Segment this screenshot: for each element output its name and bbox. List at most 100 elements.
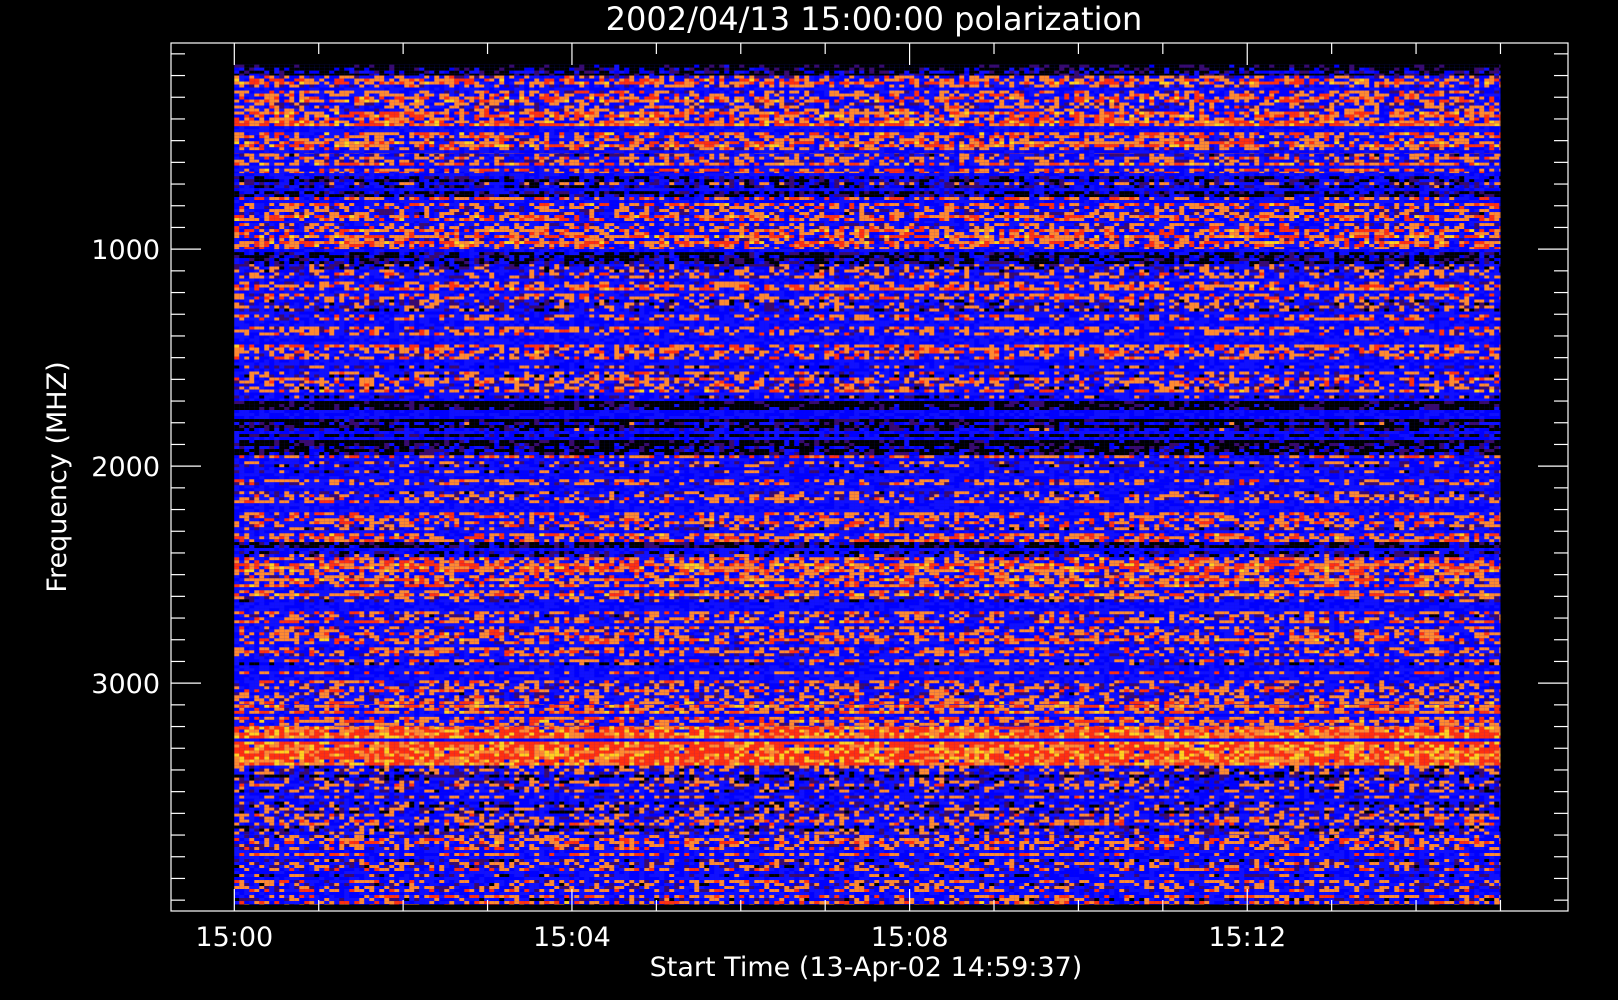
heatmap-cell — [1104, 65, 1109, 68]
heatmap-cell — [634, 65, 639, 68]
heatmap-cell — [314, 71, 319, 74]
heatmap-cell — [404, 68, 409, 71]
heatmap-cell — [929, 65, 934, 68]
heatmap-cell — [594, 65, 599, 68]
heatmap-cell — [854, 68, 859, 71]
heatmap-cell — [739, 65, 744, 68]
heatmap-cell — [1454, 65, 1459, 68]
heatmap-cell — [384, 71, 389, 74]
heatmap-cell — [1309, 71, 1314, 74]
heatmap-cell — [1499, 68, 1500, 71]
heatmap-cell — [729, 71, 734, 74]
heatmap-cell — [679, 71, 684, 74]
heatmap-cell — [449, 65, 454, 68]
heatmap-cell — [409, 71, 414, 74]
heatmap-cell — [1369, 65, 1374, 68]
heatmap-cell — [1444, 71, 1449, 74]
heatmap-cell — [894, 65, 899, 68]
heatmap-cell — [324, 65, 329, 68]
heatmap-cell — [459, 68, 464, 71]
heatmap-cell — [1144, 71, 1149, 74]
heatmap-cell — [1264, 65, 1269, 68]
heatmap-cell — [1399, 71, 1404, 74]
heatmap-cell — [334, 74, 339, 76]
heatmap-cell — [1214, 68, 1219, 71]
heatmap-cell — [464, 74, 469, 76]
heatmap-cell — [1284, 71, 1289, 74]
heatmap-cell — [369, 71, 374, 74]
heatmap-cell — [1214, 65, 1219, 68]
heatmap-cell — [349, 65, 354, 68]
heatmap-cell — [824, 65, 829, 68]
heatmap-cell — [494, 65, 499, 68]
heatmap-cell — [1449, 71, 1454, 74]
heatmap-cell — [524, 71, 529, 74]
heatmap-cell — [949, 71, 954, 74]
heatmap-cell — [1194, 65, 1199, 68]
heatmap-cell — [234, 68, 239, 71]
heatmap-cell — [294, 65, 299, 68]
heatmap-cell — [1114, 68, 1119, 71]
heatmap-cell — [1224, 68, 1229, 71]
heatmap-cell — [1364, 65, 1369, 68]
heatmap-cell — [1424, 65, 1429, 68]
heatmap-cell — [1419, 65, 1424, 68]
heatmap-cell — [389, 68, 394, 71]
heatmap-cell — [1434, 71, 1439, 74]
heatmap-cell — [1269, 68, 1274, 71]
heatmap-cell — [799, 71, 804, 74]
heatmap-cell — [1409, 68, 1414, 71]
heatmap-cell — [639, 65, 644, 68]
heatmap-cell — [294, 68, 299, 71]
heatmap-cell — [534, 65, 539, 68]
heatmap-cell — [284, 68, 289, 71]
heatmap-cell — [1124, 65, 1129, 68]
heatmap-cell — [429, 74, 434, 76]
heatmap-cell — [1354, 65, 1359, 68]
heatmap-cell — [564, 65, 569, 68]
heatmap-cell — [344, 68, 349, 71]
heatmap-cell — [569, 71, 574, 74]
heatmap-cell — [904, 71, 909, 74]
heatmap-cell — [1189, 68, 1194, 71]
heatmap-cell — [369, 65, 374, 68]
heatmap-cell — [714, 68, 719, 71]
heatmap-cell — [664, 65, 669, 68]
heatmap-cell — [1484, 68, 1489, 71]
heatmap-cell — [469, 65, 474, 68]
heatmap-cell — [989, 68, 994, 71]
heatmap-cell — [1269, 71, 1274, 74]
heatmap-cell — [1179, 65, 1184, 68]
heatmap-cell — [269, 65, 274, 68]
heatmap-cell — [589, 65, 594, 68]
heatmap-cell — [1009, 65, 1014, 68]
heatmap-cell — [1009, 68, 1014, 71]
heatmap-cell — [949, 65, 954, 68]
heatmap-cell — [929, 68, 934, 71]
heatmap-cell — [1414, 68, 1419, 71]
heatmap-cell — [1334, 65, 1339, 68]
heatmap-cell — [849, 68, 854, 71]
heatmap-cell — [699, 65, 704, 68]
heatmap-cell — [1439, 68, 1444, 71]
heatmap-cell — [419, 65, 424, 68]
heatmap-cell — [1359, 68, 1364, 71]
heatmap-cell — [1034, 71, 1039, 74]
spectrogram-chart: 2002/04/13 15:00:00 polarization 15:00 15… — [0, 0, 1618, 1000]
heatmap-cell — [899, 71, 904, 74]
heatmap-cell — [379, 68, 384, 71]
heatmap-cell — [1309, 65, 1314, 68]
heatmap-cell — [909, 65, 914, 68]
heatmap-cell — [1414, 65, 1419, 68]
heatmap-cell — [1249, 65, 1254, 68]
heatmap-cell — [874, 65, 879, 68]
heatmap-cell — [1249, 68, 1254, 71]
heatmap-cell — [254, 65, 259, 68]
heatmap-cell — [304, 74, 309, 76]
heatmap-cell — [819, 65, 824, 68]
heatmap-cell — [694, 68, 699, 71]
heatmap-cell — [884, 68, 889, 71]
heatmap-cell — [1499, 71, 1500, 74]
heatmap-cell — [1204, 71, 1209, 74]
heatmap-cell — [834, 65, 839, 68]
